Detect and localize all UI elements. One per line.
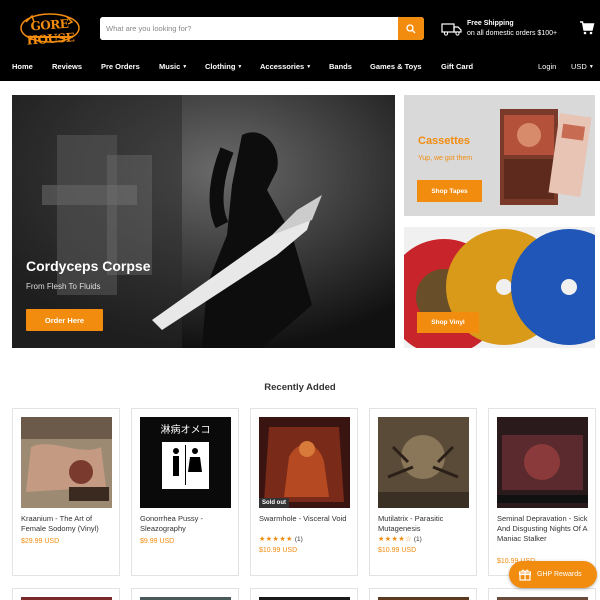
nav-accessories-label: Accessories (260, 62, 305, 71)
product-title[interactable]: Swarmhole - Visceral Void (259, 514, 353, 524)
product-card[interactable]: Sold out Swarmhole - Visceral Void ★★★★★… (250, 408, 358, 576)
currency-selector[interactable]: USD ▼ (571, 62, 594, 71)
login-label: Login (538, 62, 557, 71)
product-card[interactable] (131, 588, 239, 600)
cassettes-subtitle: Yup, we got them (418, 155, 473, 162)
product-card[interactable]: Mutilatrix - Parasitic Mutagenesis ★★★★☆… (369, 408, 477, 576)
nav-music[interactable]: Music ▼ (159, 62, 187, 71)
nav-games-toys[interactable]: Games & Toys (370, 62, 422, 71)
nav-reviews[interactable]: Reviews (52, 62, 82, 71)
header-bar: GORE HOUSE Free Shipping on all domestic… (0, 0, 600, 56)
nav-clothing[interactable]: Clothing ▼ (205, 62, 242, 71)
product-card[interactable]: 淋病オメコ Gonorrhea Pussy - Sleazography $9.… (131, 408, 239, 576)
product-title[interactable]: Gonorrhea Pussy - Sleazography (140, 514, 234, 534)
nav-pre-orders[interactable]: Pre Orders (101, 62, 140, 71)
nav-accessories[interactable]: Accessories ▼ (260, 62, 311, 71)
product-image: 淋病オメコ (140, 417, 231, 508)
cassettes-title: Cassettes (418, 135, 470, 147)
product-card[interactable] (488, 588, 596, 600)
product-rating[interactable]: ★★★★★ (1) (259, 535, 303, 543)
order-here-button[interactable]: Order Here (26, 309, 103, 331)
nav-gift-card-label: Gift Card (441, 62, 474, 71)
shipping-subtitle: on all domestic orders $100+ (467, 30, 558, 37)
nav-pre-orders-label: Pre Orders (101, 62, 140, 71)
nav-games-toys-label: Games & Toys (370, 62, 422, 71)
store-logo[interactable]: GORE HOUSE (20, 10, 80, 48)
hero-title: Cordyceps Corpse (26, 258, 151, 274)
product-title[interactable]: Mutilatrix - Parasitic Mutagenesis (378, 514, 472, 534)
cassettes-promo[interactable]: Cassettes Yup, we got them Shop Tapes (404, 95, 595, 216)
login-link[interactable]: Login (538, 62, 556, 71)
vinyl-promo[interactable]: Shop Vinyl (404, 227, 595, 348)
currency-label: USD (571, 62, 587, 71)
gift-icon (519, 569, 531, 581)
main-nav: Home Reviews Pre Orders Music ▼ Clothing ▼… (0, 56, 600, 81)
nav-home-label: Home (12, 62, 33, 71)
rewards-label: GHP Rewards (537, 571, 582, 578)
chevron-down-icon: ▼ (588, 64, 594, 70)
truck-icon (441, 23, 462, 36)
product-card[interactable] (12, 588, 120, 600)
product-card[interactable] (369, 588, 477, 600)
product-card[interactable]: Seminal Depravation - Sick And Disgustin… (488, 408, 596, 576)
nav-reviews-label: Reviews (52, 62, 83, 71)
product-rating[interactable]: ★★★★☆ (1) (378, 535, 422, 543)
free-shipping-notice[interactable]: Free Shipping on all domestic orders $10… (441, 17, 557, 41)
nav-clothing-label: Clothing (205, 62, 236, 71)
product-title[interactable]: Seminal Depravation - Sick And Disgustin… (497, 514, 591, 544)
chevron-down-icon: ▼ (237, 64, 243, 70)
review-count: (1) (294, 536, 303, 543)
logo-underline (28, 36, 72, 38)
search-bar (100, 17, 424, 40)
hero-subtitle: From Flesh To Fluids (26, 282, 101, 291)
cart-button[interactable] (579, 20, 595, 36)
chevron-down-icon: ▼ (182, 64, 188, 70)
product-image (378, 417, 469, 508)
sold-out-badge: Sold out (259, 498, 289, 508)
nav-music-label: Music (159, 62, 181, 71)
product-price: $10.99 USD (378, 547, 417, 554)
product-image (497, 417, 588, 508)
nav-bands-label: Bands (329, 62, 352, 71)
cart-icon (580, 21, 595, 35)
product-card[interactable] (250, 588, 358, 600)
shop-tapes-button[interactable]: Shop Tapes (417, 180, 482, 202)
nav-home[interactable]: Home (12, 62, 33, 71)
rewards-button[interactable]: GHP Rewards (509, 561, 597, 588)
product-title[interactable]: Kraanium - The Art of Female Sodomy (Vin… (21, 514, 115, 534)
shipping-title: Free Shipping (467, 20, 514, 27)
product-card[interactable]: Kraanium - The Art of Female Sodomy (Vin… (12, 408, 120, 576)
search-input[interactable] (100, 17, 398, 40)
product-price: $9.99 USD (140, 538, 175, 545)
review-count: (1) (413, 536, 422, 543)
nav-gift-card[interactable]: Gift Card (441, 62, 473, 71)
search-button[interactable] (398, 17, 424, 40)
star-icons: ★★★★☆ (378, 536, 412, 543)
chevron-down-icon: ▼ (306, 64, 312, 70)
nav-bands[interactable]: Bands (329, 62, 352, 71)
search-icon (406, 23, 416, 33)
product-image (21, 417, 112, 508)
svg-text:淋病オメコ: 淋病オメコ (161, 423, 211, 436)
recently-added-heading: Recently Added (264, 382, 336, 393)
shop-vinyl-button[interactable]: Shop Vinyl (417, 312, 479, 333)
product-price: $10.99 USD (259, 547, 298, 554)
product-image: Sold out (259, 417, 350, 508)
product-price: $29.99 USD (21, 538, 60, 545)
hero-banner[interactable]: Cordyceps Corpse From Flesh To Fluids Or… (12, 95, 395, 348)
star-icons: ★★★★★ (259, 536, 293, 543)
logo-text: GORE HOUSE (26, 16, 75, 48)
